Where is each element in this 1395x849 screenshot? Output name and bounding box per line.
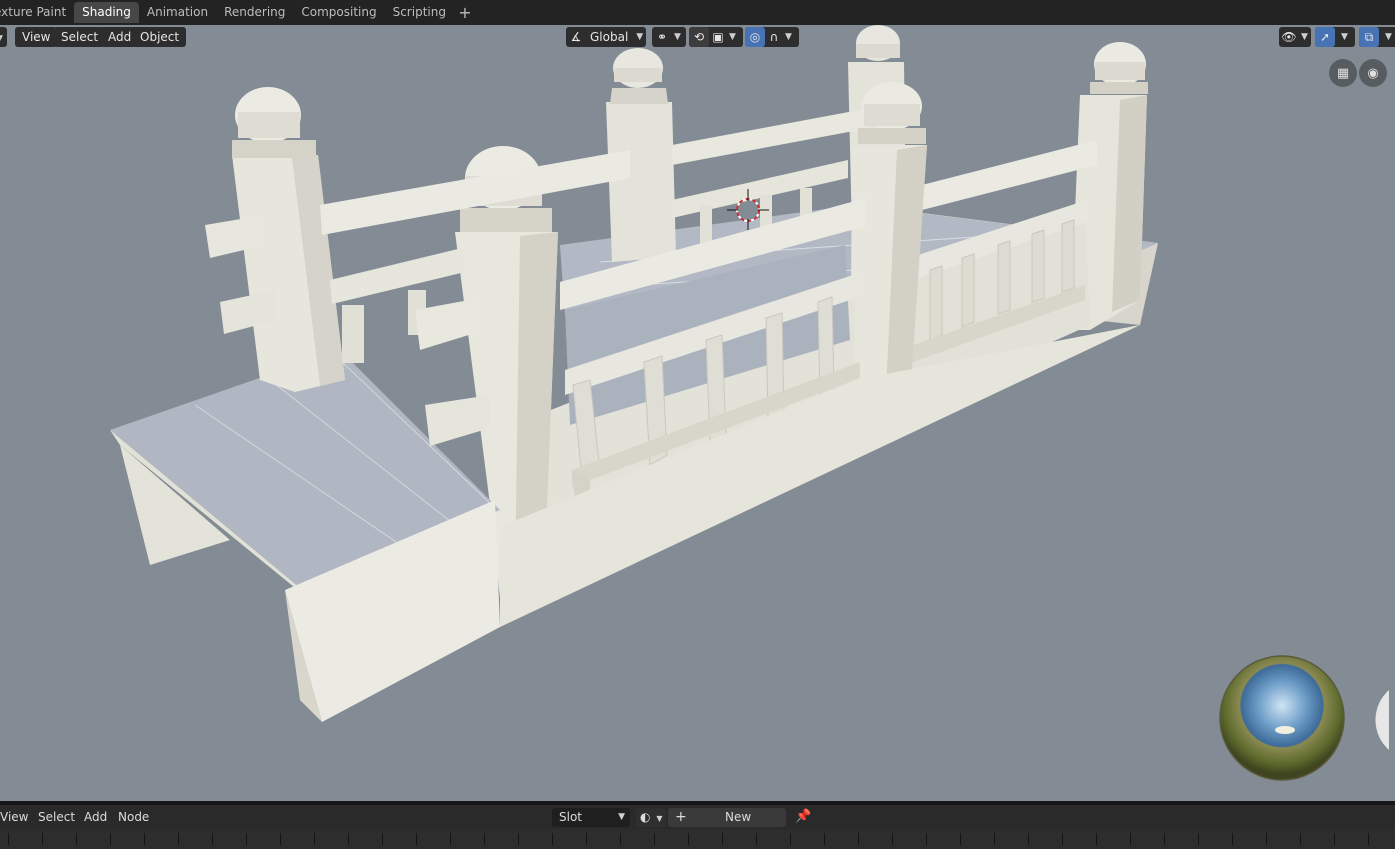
tab-texture-paint[interactable]: exture Paint [0,2,74,23]
material-browse-icon: ◐ [640,810,651,824]
tab-animation[interactable]: Animation [139,2,216,23]
material-browse-dropdown[interactable]: ◐ ▼ [636,808,666,827]
grid-tick [314,833,315,845]
transform-orientation-value: Global [590,30,629,44]
slot-dropdown[interactable]: Slot ▼ [552,808,630,827]
grid-tick [1300,833,1301,845]
grid-tick [8,833,9,845]
grid-tick [246,833,247,845]
chevron-down-icon: ▼ [618,812,625,822]
grid-tick [1198,833,1199,845]
editor-type-dropdown[interactable]: ▼ [0,27,7,47]
node-view-menu[interactable]: View [0,808,28,826]
chevron-down-icon: ▼ [656,814,663,823]
snap-target-icon[interactable]: ▣ [709,27,727,47]
grid-tick [620,833,621,845]
plus-icon: + [675,809,687,825]
grid-tick [586,833,587,845]
grid-tick [1232,833,1233,845]
grid-tick [552,833,553,845]
grid-tick [824,833,825,845]
falloff-icon[interactable]: ∩ [765,27,783,47]
grid-tick [654,833,655,845]
node-editor-canvas[interactable] [0,829,1395,849]
grid-tick [994,833,995,845]
camera-icon[interactable]: ◉ [1359,59,1387,87]
snap-icon[interactable]: ⟲ [689,27,709,47]
select-menu[interactable]: Select [54,27,106,47]
grid-tick [688,833,689,845]
grid-tick [1164,833,1165,845]
grid-tick [76,833,77,845]
grid-tick [1096,833,1097,845]
pivot-point-icon: ⚭ [656,30,668,44]
grid-tick [178,833,179,845]
node-select-menu[interactable]: Select [38,808,75,826]
grid-tick [756,833,757,845]
grid-tick [1266,833,1267,845]
grid-tick [382,833,383,845]
proportional-editing-controls[interactable]: ◎ ∩ ▼ [745,27,799,47]
chevron-down-icon: ▼ [1301,32,1308,42]
node-editor-header: View Select Add Node Slot ▼ ◐ ▼ + New 📌 [0,805,1395,829]
grid-tick [1028,833,1029,845]
transform-orientation-icon: ∡ [570,30,582,44]
grid-tick [1334,833,1335,845]
tab-rendering[interactable]: Rendering [216,2,293,23]
visibility-dropdown[interactable]: 👁 ▼ [1279,27,1311,47]
visibility-icon: 👁 [1281,30,1297,44]
chevron-down-icon: ▼ [1385,32,1392,42]
grid-icon[interactable]: ▦ [1329,59,1357,87]
slot-label: Slot [559,810,582,824]
overlay-icon[interactable]: ⧉ [1359,27,1379,47]
grid-tick [110,833,111,845]
grid-tick [892,833,893,845]
add-workspace-icon[interactable]: + [454,2,476,23]
new-label: New [725,810,752,824]
grid-tick [416,833,417,845]
grid-tick [212,833,213,845]
tab-scripting[interactable]: Scripting [385,2,454,23]
overlay-toggle[interactable]: ⧉ ▼ [1359,27,1395,47]
hdri-preview-sphere [1219,655,1389,781]
grid-tick [960,833,961,845]
object-menu[interactable]: Object [133,27,187,47]
chevron-down-icon: ▼ [785,32,792,42]
pin-icon[interactable]: 📌 [795,808,811,826]
proportional-editing-icon[interactable]: ◎ [745,27,765,47]
grid-tick [1062,833,1063,845]
node-node-menu[interactable]: Node [118,808,149,826]
chevron-down-icon: ▼ [636,32,644,42]
grid-tick [42,833,43,845]
grid-tick [484,833,485,845]
grid-tick [144,833,145,845]
tab-shading[interactable]: Shading [74,2,139,23]
grid-tick [1368,833,1369,845]
grid-tick [722,833,723,845]
grid-tick [450,833,451,845]
grid-tick [858,833,859,845]
node-add-menu[interactable]: Add [84,808,107,826]
bridge-model [110,25,1389,781]
gizmo-toggle[interactable]: ➚ ▼ [1315,27,1355,47]
grid-tick [926,833,927,845]
grid-tick [280,833,281,845]
gizmo-icon[interactable]: ➚ [1315,27,1335,47]
new-material-button[interactable]: + New [668,808,786,827]
chevron-down-icon: ▼ [1341,32,1348,42]
view-menu[interactable]: View [15,27,58,47]
chevron-down-icon: ▼ [674,32,681,42]
grid-tick [348,833,349,845]
tab-compositing[interactable]: Compositing [293,2,384,23]
grid-tick [1130,833,1131,845]
snap-controls[interactable]: ⟲ ▣ ▼ [689,27,743,47]
3d-viewport[interactable]: ▼ View Select Add Object ∡ Global ▼ ⚭ ▼ … [0,25,1395,801]
grid-tick [790,833,791,845]
workspace-tab-bar: exture Paint Shading Animation Rendering… [0,0,1395,25]
pivot-point-dropdown[interactable]: ⚭ ▼ [652,27,686,47]
chevron-down-icon: ▼ [729,32,736,42]
transform-orientation-dropdown[interactable]: ∡ Global ▼ [566,27,646,47]
grid-tick [518,833,519,845]
